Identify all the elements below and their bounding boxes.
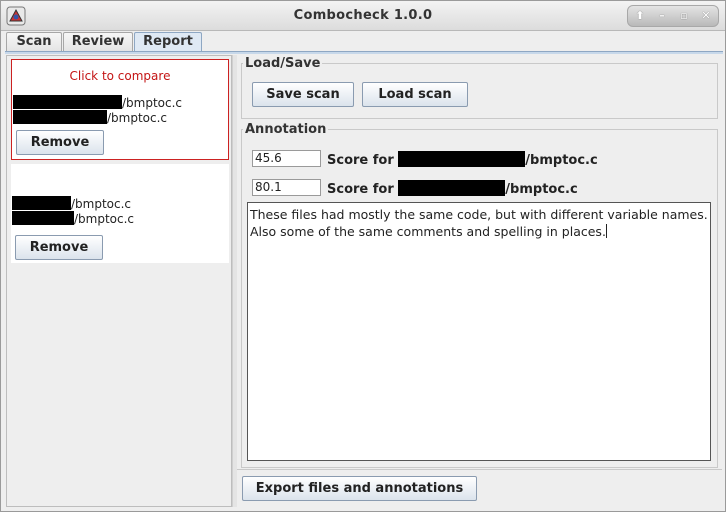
- title-bar[interactable]: Combocheck 1.0.0 ⬆ – ▫ ✕: [1, 1, 725, 31]
- window-controls: ⬆ – ▫ ✕: [627, 5, 719, 27]
- redacted-path: [398, 180, 506, 196]
- window-title: Combocheck 1.0.0: [293, 8, 433, 23]
- tab-scan[interactable]: Scan: [6, 32, 62, 52]
- annotation-notes-textarea[interactable]: These files had mostly the same code, bu…: [247, 202, 711, 461]
- save-scan-button[interactable]: Save scan: [252, 82, 354, 107]
- score-field-1[interactable]: 45.6: [252, 150, 321, 167]
- app-window: Combocheck 1.0.0 ⬆ – ▫ ✕ Scan Review Rep…: [0, 0, 726, 512]
- pair-item-selected[interactable]: Click to compare /bmptoc.c /bmptoc.c Rem…: [11, 59, 229, 160]
- remove-button[interactable]: Remove: [15, 235, 103, 260]
- up-arrow-icon[interactable]: ⬆: [631, 8, 649, 24]
- redacted-path: [13, 110, 107, 124]
- notes-line-2: Also some of the same comments and spell…: [250, 224, 607, 239]
- close-icon[interactable]: ✕: [697, 8, 715, 24]
- load-save-group: Load/Save Save scan Load scan: [241, 56, 718, 119]
- load-scan-button[interactable]: Load scan: [362, 82, 468, 107]
- pair-item[interactable]: /bmptoc.c /bmptoc.c Remove: [11, 164, 229, 263]
- notes-line-1: These files had mostly the same code, bu…: [250, 207, 708, 222]
- score-label-2: Score for /bmptoc.c: [327, 180, 578, 197]
- pair-list-panel: Click to compare /bmptoc.c /bmptoc.c Rem…: [6, 55, 232, 507]
- text-cursor: [605, 224, 607, 238]
- redacted-path: [12, 211, 74, 225]
- report-panel: Load/Save Save scan Load scan Annotation…: [237, 55, 722, 507]
- score-field-2[interactable]: 80.1: [252, 179, 321, 196]
- minimize-icon[interactable]: –: [653, 8, 671, 24]
- tab-review[interactable]: Review: [63, 32, 133, 52]
- tab-report[interactable]: Report: [134, 32, 202, 52]
- divider: [237, 469, 722, 470]
- pair-file-2: /bmptoc.c: [12, 211, 134, 226]
- annotation-title: Annotation: [243, 122, 329, 137]
- load-save-title: Load/Save: [243, 56, 323, 71]
- tab-underline: [5, 51, 723, 54]
- redacted-path: [13, 95, 122, 109]
- redacted-path: [398, 151, 526, 167]
- maximize-icon[interactable]: ▫: [675, 8, 693, 24]
- pair-file-2: /bmptoc.c: [13, 110, 167, 125]
- score-label-1: Score for /bmptoc.c: [327, 151, 598, 168]
- export-button[interactable]: Export files and annotations: [242, 476, 477, 501]
- pair-file-1: /bmptoc.c: [12, 196, 131, 211]
- pair-file-1: /bmptoc.c: [13, 95, 182, 110]
- redacted-path: [12, 196, 71, 210]
- click-to-compare-label: Click to compare: [69, 69, 171, 83]
- remove-button[interactable]: Remove: [16, 130, 104, 155]
